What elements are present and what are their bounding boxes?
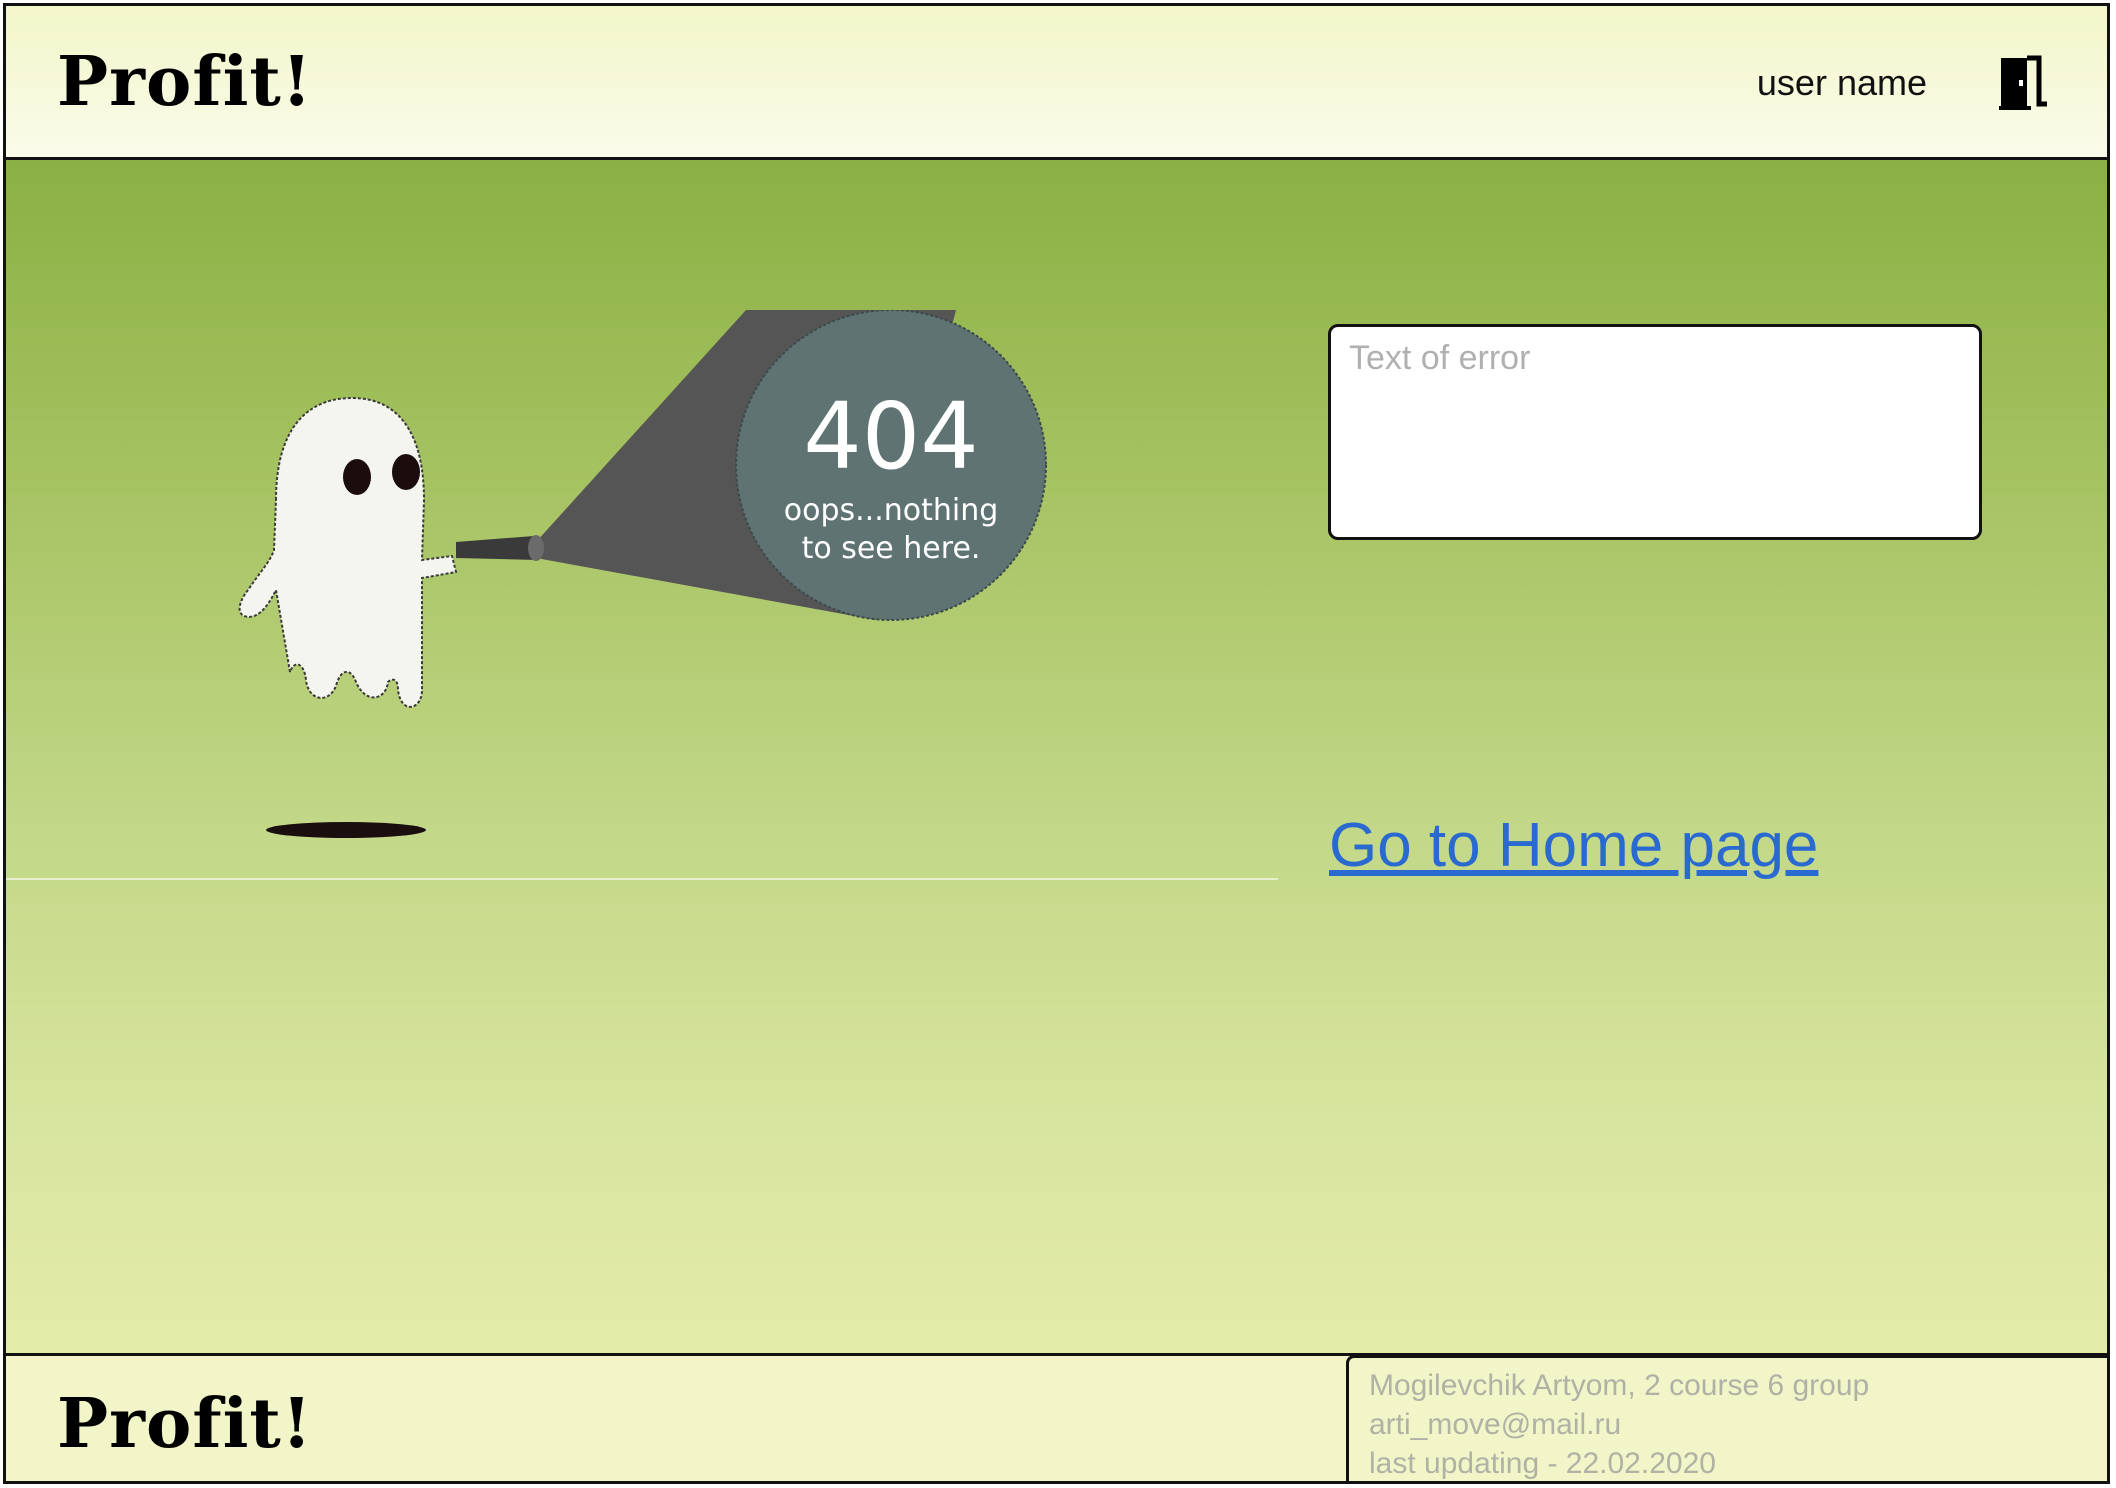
- error-code-text: 404: [803, 383, 979, 490]
- ghost-eye-right: [392, 454, 420, 490]
- page-frame: Profit! user name 404 oops...nothing to …: [3, 3, 2110, 1484]
- error-text-line-2: to see here.: [802, 531, 981, 566]
- door-exit-icon: [1999, 55, 2047, 110]
- logout-button[interactable]: [1999, 54, 2051, 112]
- author-line: Mogilevchik Artyom, 2 course 6 group: [1369, 1369, 1870, 1402]
- footer: Profit! Mogilevchik Artyom, 2 course 6 g…: [6, 1353, 2107, 1481]
- ghost-body: [238, 396, 458, 708]
- home-page-link[interactable]: Go to Home page: [1329, 810, 1818, 881]
- email-line[interactable]: arti_move@mail.ru: [1369, 1405, 2087, 1444]
- error-text-field[interactable]: [1328, 324, 1982, 540]
- footer-logo[interactable]: Profit!: [57, 1384, 313, 1464]
- header: Profit! user name: [6, 6, 2107, 160]
- ghost-shadow: [266, 822, 426, 838]
- error-text-line-1: oops...nothing: [784, 493, 999, 528]
- main-content: 404 oops...nothing to see here. Go to Ho…: [6, 160, 2107, 1362]
- author-info-box: Mogilevchik Artyom, 2 course 6 group art…: [1346, 1355, 2107, 1481]
- divider-line: [6, 878, 1278, 880]
- header-logo[interactable]: Profit!: [57, 42, 313, 122]
- ghost-eye-left: [343, 459, 371, 495]
- user-name[interactable]: user name: [1757, 62, 1927, 104]
- updated-line: last updating - 22.02.2020: [1369, 1447, 1716, 1480]
- flashlight: [456, 536, 538, 560]
- ghost-404-illustration: 404 oops...nothing to see here.: [216, 309, 1066, 850]
